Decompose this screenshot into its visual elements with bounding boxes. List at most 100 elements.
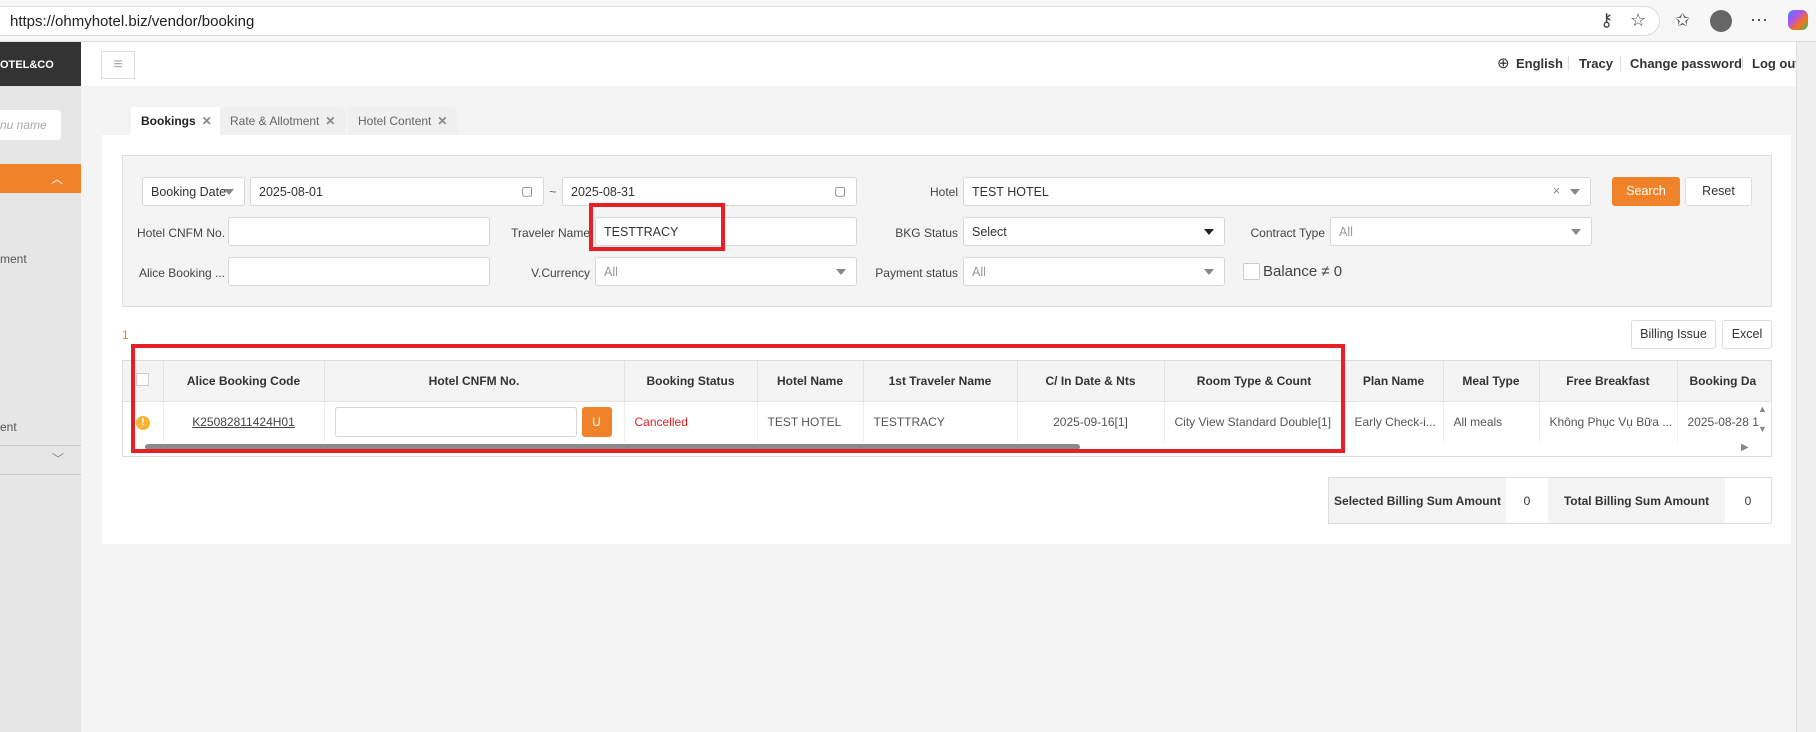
input-value: 2025-08-31 — [571, 185, 635, 199]
close-icon[interactable]: ✕ — [325, 114, 335, 128]
tab-label: Bookings — [141, 114, 196, 128]
key-icon[interactable]: ⚷ — [1600, 10, 1613, 31]
hotel-select[interactable]: TEST HOTEL × — [963, 177, 1591, 206]
column-header[interactable]: Plan Name — [1344, 361, 1444, 402]
menu-search-input[interactable]: nu name — [0, 110, 61, 140]
checkin-cell: 2025-09-16[1] — [1017, 401, 1165, 442]
hamburger-menu-button[interactable]: ≡ — [101, 51, 135, 79]
update-button[interactable]: U — [581, 406, 612, 437]
chevron-up-icon: ︿ — [50, 172, 63, 186]
copilot-icon[interactable] — [1788, 10, 1808, 30]
scroll-down-icon[interactable]: ▼ — [1758, 424, 1767, 434]
horizontal-scrollbar-thumb[interactable] — [145, 444, 1080, 450]
date-to-input[interactable]: 2025-08-31 ▢ — [562, 177, 857, 206]
currency-select[interactable]: All — [595, 257, 857, 286]
divider — [0, 445, 81, 446]
divider — [1742, 56, 1743, 71]
sidebar: nu name ︿ ment ent ﹀ — [0, 42, 81, 732]
warning-icon: ! — [135, 415, 150, 430]
result-count: 1 — [122, 328, 129, 342]
dropdown-arrow-icon — [1204, 229, 1214, 235]
dropdown-arrow-icon — [1570, 189, 1580, 195]
traveler-name-input[interactable]: TESTTRACY — [595, 217, 857, 246]
currency-label: V.Currency — [531, 266, 590, 280]
bkg-status-select[interactable]: Select — [963, 217, 1225, 246]
tab-bookings[interactable]: Bookings ✕ — [131, 107, 222, 135]
select-value: Select — [972, 225, 1007, 239]
billing-issue-button[interactable]: Billing Issue — [1631, 320, 1716, 349]
table-row[interactable]: ! K25082811424H01 U Cancelled TEST HOTEL… — [123, 401, 1771, 442]
payment-status-label: Payment status — [875, 266, 958, 280]
column-header[interactable]: Booking Da — [1677, 361, 1771, 402]
more-icon[interactable]: ⋯ — [1750, 10, 1768, 31]
browser-toolbar: https://ohmyhotel.biz/vendor/booking ⚷ ☆… — [0, 0, 1816, 42]
tab-hotel-content[interactable]: Hotel Content ✕ — [348, 107, 458, 135]
traveler-cell: TESTTRACY — [863, 401, 1018, 442]
hotel-label: Hotel — [929, 185, 958, 199]
column-header[interactable]: Room Type & Count — [1164, 361, 1345, 402]
tab-label: Rate & Allotment — [230, 114, 320, 128]
total-sum-value: 0 — [1725, 478, 1771, 523]
page-scrollbar[interactable] — [1796, 42, 1816, 732]
close-icon[interactable]: ✕ — [437, 114, 447, 128]
address-bar[interactable]: https://ohmyhotel.biz/vendor/booking — [0, 6, 1660, 36]
booking-code-cell: K25082811424H01 — [163, 401, 325, 442]
select-all-checkbox[interactable] — [136, 372, 150, 386]
calendar-icon[interactable]: ▢ — [521, 183, 533, 198]
search-button[interactable]: Search — [1612, 177, 1680, 206]
total-sum-label: Total Billing Sum Amount — [1548, 478, 1725, 523]
plan-cell: Early Check-i... — [1344, 401, 1444, 442]
column-header[interactable]: Meal Type — [1443, 361, 1540, 402]
close-icon[interactable]: ✕ — [202, 114, 212, 128]
column-header[interactable]: Booking Status — [624, 361, 758, 402]
language-selector[interactable]: English — [1516, 56, 1563, 71]
divider — [1568, 56, 1569, 71]
bookings-table: Alice Booking Code Hotel CNFM No. Bookin… — [122, 360, 1772, 457]
date-from-input[interactable]: 2025-08-01 ▢ — [250, 177, 544, 206]
select-all-header — [123, 361, 164, 402]
hotel-cnfm-row-input[interactable] — [334, 406, 577, 437]
sidebar-item[interactable]: ent — [0, 420, 17, 434]
breakfast-cell: Không Phục Vụ Bữa ... — [1539, 401, 1678, 442]
user-link[interactable]: Tracy — [1579, 56, 1613, 71]
column-header[interactable]: Hotel CNFM No. — [324, 361, 625, 402]
reset-button[interactable]: Reset — [1685, 177, 1752, 206]
column-header[interactable]: Free Breakfast — [1539, 361, 1678, 402]
tab-rate-allotment[interactable]: Rate & Allotment ✕ — [220, 107, 346, 135]
excel-button[interactable]: Excel — [1722, 320, 1772, 349]
chevron-down-icon[interactable]: ﹀ — [52, 450, 64, 467]
input-value: 2025-08-01 — [259, 185, 323, 199]
column-header[interactable]: Hotel Name — [757, 361, 864, 402]
date-type-select[interactable]: Booking Date — [142, 177, 245, 206]
booking-code-link[interactable]: K25082811424H01 — [192, 415, 295, 429]
profile-avatar[interactable] — [1710, 10, 1732, 32]
column-header[interactable]: C/ In Date & Nts — [1017, 361, 1165, 402]
sidebar-item[interactable]: ment — [0, 252, 27, 266]
select-value: All — [972, 265, 986, 279]
scroll-right-icon[interactable]: ▶ — [1741, 442, 1749, 453]
logout-link[interactable]: Log out — [1752, 56, 1800, 71]
contract-type-label: Contract Type — [1250, 226, 1325, 240]
traveler-name-label: Traveler Name — [511, 226, 590, 240]
table-header: Alice Booking Code Hotel CNFM No. Bookin… — [123, 361, 1771, 402]
balance-label: Balance ≠ 0 — [1263, 263, 1343, 280]
billing-summary: Selected Billing Sum Amount 0 Total Bill… — [1328, 477, 1772, 524]
column-header[interactable]: 1st Traveler Name — [863, 361, 1018, 402]
dropdown-arrow-icon — [1571, 229, 1581, 235]
calendar-icon[interactable]: ▢ — [834, 183, 846, 198]
tab-label: Hotel Content — [358, 114, 432, 128]
scroll-up-icon[interactable]: ▲ — [1758, 404, 1767, 414]
column-header[interactable]: Alice Booking Code — [163, 361, 325, 402]
room-cell: City View Standard Double[1] — [1164, 401, 1345, 442]
alice-booking-input[interactable] — [228, 257, 490, 286]
selected-sum-label: Selected Billing Sum Amount — [1329, 478, 1506, 523]
change-password-link[interactable]: Change password — [1630, 56, 1742, 71]
contract-type-select[interactable]: All — [1330, 217, 1592, 246]
sidebar-active-menu[interactable]: ︿ — [0, 164, 81, 193]
favorites-icon[interactable]: ✩ — [1675, 10, 1690, 31]
hotel-cnfm-input[interactable] — [228, 217, 490, 246]
clear-icon[interactable]: × — [1553, 184, 1560, 198]
favorite-star-icon[interactable]: ☆ — [1630, 10, 1646, 31]
balance-checkbox[interactable] — [1243, 263, 1260, 280]
payment-status-select[interactable]: All — [963, 257, 1225, 286]
